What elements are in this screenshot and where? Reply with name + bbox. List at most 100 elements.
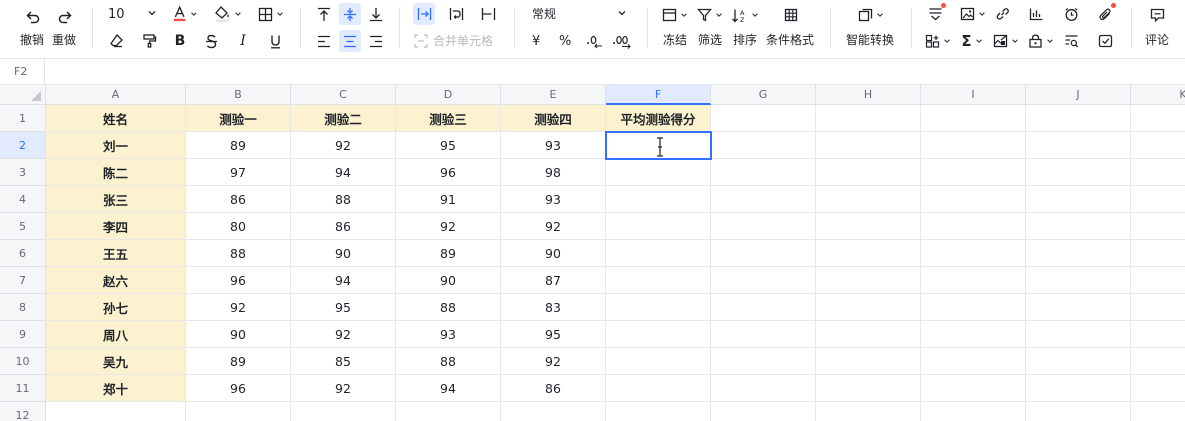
chevron-down-icon[interactable]: [617, 8, 627, 18]
cell[interactable]: [921, 213, 1026, 240]
cell[interactable]: [1131, 402, 1185, 421]
row-header-12[interactable]: 12: [0, 402, 46, 421]
merge-cells-button[interactable]: 合并单元格: [414, 33, 493, 49]
cell[interactable]: [921, 240, 1026, 267]
header-cell[interactable]: 测验二: [291, 105, 396, 132]
header-cell[interactable]: 平均测验得分: [606, 105, 711, 132]
cell[interactable]: [46, 402, 186, 421]
row-header-8[interactable]: 8: [0, 294, 46, 321]
smart-convert-button[interactable]: 智能转换: [846, 33, 894, 47]
alarm-clock-icon[interactable]: [1062, 5, 1080, 23]
name-cell[interactable]: 王五: [46, 240, 186, 267]
sum-icon[interactable]: Σ: [958, 33, 986, 49]
freeze-button[interactable]: 冻结: [663, 33, 687, 47]
fill-color-button[interactable]: [214, 4, 242, 24]
cell[interactable]: [1026, 213, 1131, 240]
score-cell[interactable]: 87: [501, 267, 606, 294]
cell[interactable]: [606, 348, 711, 375]
cell[interactable]: [1026, 186, 1131, 213]
score-cell[interactable]: 89: [186, 132, 291, 159]
undo-button[interactable]: 撤销: [20, 33, 44, 47]
conditional-format-button[interactable]: 条件格式: [766, 33, 814, 47]
header-cell[interactable]: 测验一: [186, 105, 291, 132]
cell[interactable]: [816, 132, 921, 159]
freeze-icon[interactable]: [661, 6, 689, 24]
column-header-b[interactable]: B: [186, 85, 291, 105]
comment-icon[interactable]: [1148, 6, 1166, 24]
column-header-k[interactable]: K: [1131, 85, 1185, 105]
column-header-j[interactable]: J: [1026, 85, 1131, 105]
cell[interactable]: [1131, 321, 1185, 348]
cell[interactable]: [816, 375, 921, 402]
cell[interactable]: [1131, 159, 1185, 186]
bold-icon[interactable]: B: [173, 33, 187, 49]
cell[interactable]: [606, 267, 711, 294]
name-cell[interactable]: 陈二: [46, 159, 186, 186]
cell[interactable]: [396, 402, 501, 421]
align-middle-icon[interactable]: [339, 3, 361, 25]
column-header-g[interactable]: G: [711, 85, 816, 105]
cell[interactable]: [711, 267, 816, 294]
header-cell[interactable]: 测验三: [396, 105, 501, 132]
cell[interactable]: [816, 294, 921, 321]
row-header-2[interactable]: 2: [0, 132, 46, 159]
score-cell[interactable]: 92: [186, 294, 291, 321]
row-header-9[interactable]: 9: [0, 321, 46, 348]
smart-convert-icon[interactable]: [856, 6, 886, 24]
cell[interactable]: [186, 402, 291, 421]
sort-icon[interactable]: AZ: [730, 6, 760, 24]
cell[interactable]: [711, 321, 816, 348]
row-header-10[interactable]: 10: [0, 348, 46, 375]
row-header-6[interactable]: 6: [0, 240, 46, 267]
score-cell[interactable]: 95: [291, 294, 396, 321]
cell[interactable]: [816, 186, 921, 213]
column-header-c[interactable]: C: [291, 85, 396, 105]
cell[interactable]: [606, 159, 711, 186]
cell[interactable]: [1026, 132, 1131, 159]
percent-button[interactable]: %: [559, 33, 571, 49]
name-cell[interactable]: 周八: [46, 321, 186, 348]
text-wrap-icon[interactable]: [447, 5, 465, 23]
name-cell[interactable]: 李四: [46, 213, 186, 240]
column-header-i[interactable]: I: [921, 85, 1026, 105]
cell[interactable]: [291, 402, 396, 421]
cell[interactable]: [816, 348, 921, 375]
cell[interactable]: [711, 186, 816, 213]
align-right-icon[interactable]: [367, 33, 385, 49]
cell[interactable]: [1131, 240, 1185, 267]
score-cell[interactable]: 83: [501, 294, 606, 321]
italic-icon[interactable]: I: [236, 33, 250, 49]
cell[interactable]: [1026, 375, 1131, 402]
score-cell[interactable]: 94: [291, 267, 396, 294]
text-clip-icon[interactable]: [479, 5, 497, 23]
spreadsheet-grid[interactable]: A B C D E F G H I J K 1 2 3 4 5 6 7 8 9 10 11 12 姓名 测验一 测验二 测验三 测验四…: [0, 85, 1185, 421]
score-cell[interactable]: 96: [186, 267, 291, 294]
cell[interactable]: [1026, 402, 1131, 421]
cell[interactable]: [921, 348, 1026, 375]
lock-icon[interactable]: [1026, 33, 1056, 49]
chart-icon[interactable]: [1027, 5, 1045, 23]
cell-image-icon[interactable]: [991, 33, 1021, 49]
name-cell[interactable]: 郑十: [46, 375, 186, 402]
format-painter-icon[interactable]: [141, 32, 157, 48]
cell[interactable]: [816, 267, 921, 294]
score-cell[interactable]: 92: [291, 321, 396, 348]
comment-button[interactable]: 评论: [1145, 33, 1169, 47]
column-header-d[interactable]: D: [396, 85, 501, 105]
score-cell[interactable]: 96: [396, 159, 501, 186]
find-replace-icon[interactable]: [1062, 33, 1080, 49]
cell[interactable]: [816, 213, 921, 240]
eraser-icon[interactable]: [108, 32, 124, 48]
cell[interactable]: [816, 240, 921, 267]
font-size-select[interactable]: 10: [108, 6, 125, 22]
cell[interactable]: [1026, 294, 1131, 321]
insert-table-icon[interactable]: [924, 33, 952, 49]
cell[interactable]: [711, 240, 816, 267]
cell[interactable]: [1131, 348, 1185, 375]
filter-button[interactable]: 筛选: [698, 33, 722, 47]
cell[interactable]: [921, 294, 1026, 321]
score-cell[interactable]: 86: [186, 186, 291, 213]
row-header-3[interactable]: 3: [0, 159, 46, 186]
font-color-button[interactable]: [172, 4, 198, 24]
row-header-1[interactable]: 1: [0, 105, 46, 132]
